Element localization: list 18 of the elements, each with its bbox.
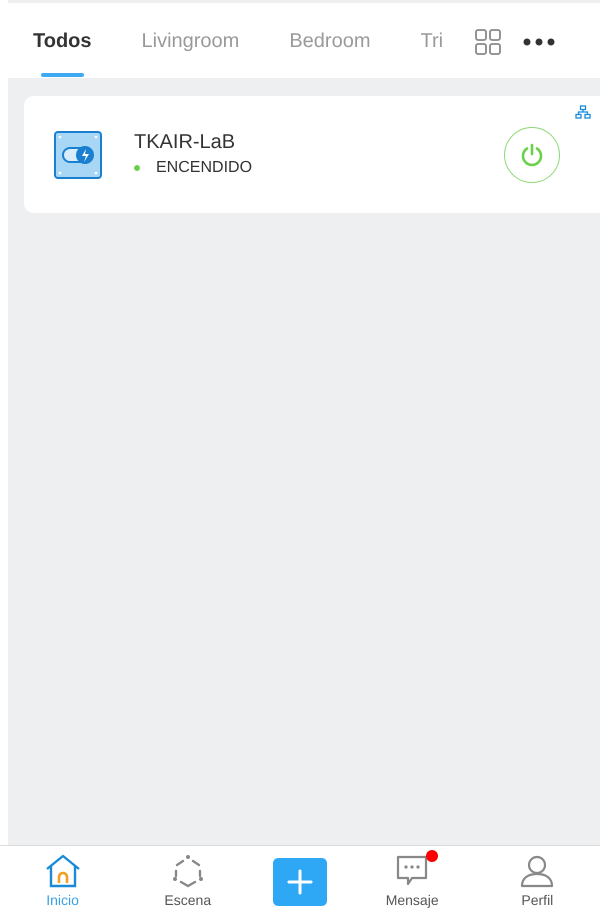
person-icon (520, 854, 554, 888)
grid-icon[interactable] (474, 29, 500, 55)
power-icon (519, 142, 545, 168)
device-name: TKAIR-LaB (134, 130, 236, 154)
room-tab[interactable]: Todos (33, 29, 92, 77)
hexagon-icon (170, 854, 205, 888)
more-icon[interactable] (522, 38, 554, 46)
device-status: ENCENDIDO (156, 158, 252, 178)
add-button[interactable] (272, 858, 327, 906)
nav-item[interactable]: Escena (148, 854, 228, 911)
nav-item[interactable]: Mensaje (372, 854, 452, 911)
switch-icon (54, 130, 102, 178)
nav-item[interactable]: Perfil (497, 854, 578, 911)
device-card[interactable]: TKAIR-LaB ENCENDIDO (24, 96, 600, 213)
home-icon (44, 854, 81, 888)
plus-icon (286, 869, 313, 895)
network-icon (575, 105, 591, 119)
chat-icon (395, 854, 430, 888)
